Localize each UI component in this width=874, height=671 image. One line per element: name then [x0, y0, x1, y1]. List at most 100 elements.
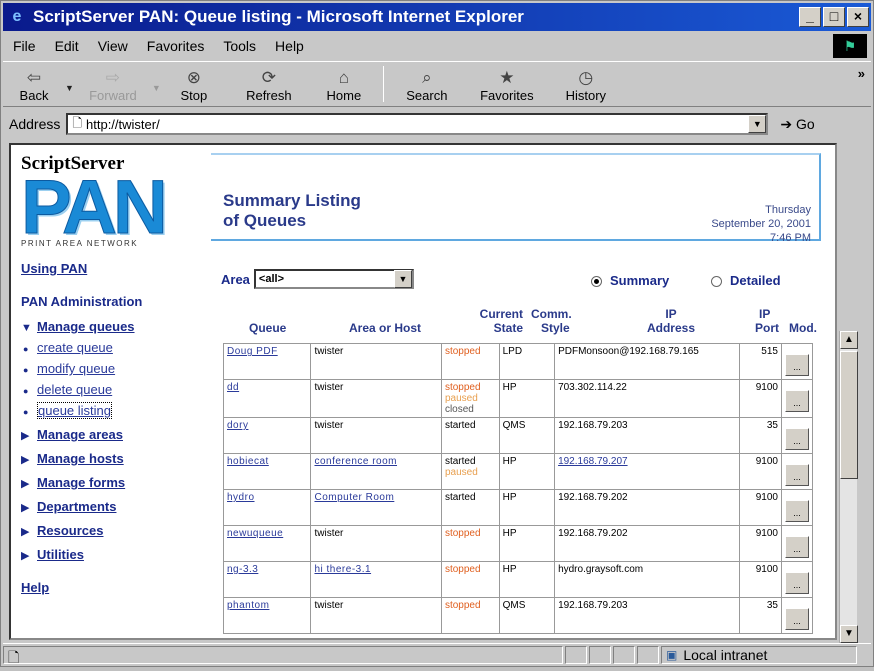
chevron-down-icon[interactable]: ▼ [393, 270, 412, 288]
forward-button[interactable]: ⇨ Forward [74, 62, 152, 106]
go-button[interactable]: ➔ Go [780, 116, 814, 133]
minimize-button[interactable]: _ [799, 7, 821, 27]
state-stopped: stopped [444, 564, 481, 575]
nav-resources[interactable]: Resources [37, 523, 103, 538]
queue-cell: phantom [222, 597, 312, 634]
back-dropdown-icon[interactable]: ▼ [65, 83, 74, 93]
state-started: started [444, 420, 476, 431]
modify-button[interactable]: ... [784, 500, 809, 522]
menu-help[interactable]: Help [275, 38, 304, 54]
menu-edit[interactable]: Edit [55, 38, 79, 54]
modify-button[interactable]: ... [784, 572, 809, 594]
modify-button[interactable]: ... [784, 608, 809, 630]
comm-style-cell: HP [498, 379, 556, 418]
menu-file[interactable]: File [13, 38, 36, 54]
menu-favorites[interactable]: Favorites [147, 38, 205, 54]
queue-link[interactable]: Doug PDF [227, 346, 278, 357]
forward-dropdown-icon[interactable]: ▼ [152, 83, 161, 93]
triangle-right-icon: ▶ [21, 526, 30, 538]
area-cell: twister [310, 597, 442, 634]
nav-modify-queue[interactable]: modify queue [37, 361, 115, 376]
area-link[interactable]: hi there-3.1 [314, 564, 371, 575]
summary-label: Summary [610, 273, 670, 288]
state-cell: started [440, 417, 500, 454]
nav-utilities[interactable]: Utilities [37, 547, 84, 562]
table-row: phantom twister stopped QMS 192.168.79.203 35… [222, 597, 814, 634]
ip-text: 703.302.114.22 [558, 382, 627, 393]
summary-radio[interactable]: Summary [591, 273, 669, 288]
modify-button[interactable]: ... [784, 428, 809, 450]
col-ip: IP Address [611, 307, 731, 335]
scroll-up-icon[interactable]: ▲ [840, 331, 858, 349]
back-button[interactable]: ⇦ Back [3, 62, 65, 106]
nav-departments[interactable]: Departments [37, 499, 116, 514]
nav-delete-queue[interactable]: delete queue [37, 382, 112, 397]
queue-link[interactable]: hobiecat [227, 456, 269, 467]
status-pane [637, 645, 659, 664]
table-row: hobiecat conference room started paused HP 19… [222, 453, 814, 490]
ip-link[interactable]: 192.168.79.207 [558, 456, 628, 467]
area-select[interactable]: <all> ▼ [253, 269, 414, 289]
queue-link[interactable]: dory [227, 420, 248, 431]
vertical-scrollbar[interactable]: ▲ ▼ [839, 331, 858, 643]
date-time: 7:46 PM [770, 232, 811, 244]
state-stopped: stopped [444, 346, 481, 357]
nav-queue-listing[interactable]: queue listing [37, 402, 112, 419]
col-comm: Comm. Style [531, 307, 572, 335]
menu-view[interactable]: View [98, 38, 128, 54]
modify-button[interactable]: ... [784, 464, 809, 486]
queue-link[interactable]: hydro [227, 492, 255, 503]
bullet-icon: ● [23, 386, 29, 396]
queue-link[interactable]: ng-3.3 [227, 564, 258, 575]
area-link[interactable]: Computer Room [314, 492, 394, 503]
detailed-radio[interactable]: Detailed [711, 273, 781, 288]
table-row: hydro Computer Room started HP 192.168.79.20… [222, 489, 814, 526]
toolbar-overflow-icon[interactable]: » [858, 66, 865, 81]
queue-link[interactable]: phantom [227, 600, 269, 611]
table-row: dory twister started QMS 192.168.79.203 35... [222, 417, 814, 454]
page-icon: 🗋 [72, 115, 83, 130]
search-button[interactable]: ⌕ Search [390, 62, 464, 106]
menu-tools[interactable]: Tools [223, 38, 256, 54]
favorites-button[interactable]: ★ Favorites [464, 62, 550, 106]
modify-button[interactable]: ... [784, 354, 809, 376]
maximize-button[interactable]: □ [823, 7, 845, 27]
status-pane [613, 645, 635, 664]
nav-create-queue[interactable]: create queue [37, 340, 113, 355]
queue-link[interactable]: newuqueue [227, 528, 283, 539]
table-row: ng-3.3 hi there-3.1 stopped HP hydro.graysof… [222, 561, 814, 598]
nav-manage-queues[interactable]: Manage queues [37, 319, 135, 334]
ip-cell: hydro.graysoft.com [554, 561, 741, 598]
nav-help[interactable]: Help [21, 580, 49, 595]
scroll-thumb[interactable] [840, 351, 858, 479]
home-icon: ⌂ [338, 68, 349, 87]
state-closed: closed [444, 404, 474, 415]
close-button[interactable]: × [847, 7, 869, 27]
back-arrow-icon: ⇦ [26, 68, 42, 87]
nav-manage-forms[interactable]: Manage forms [37, 475, 125, 490]
radio-selected-icon [591, 276, 602, 288]
mod-cell: ... [780, 489, 814, 526]
mod-cell: ... [780, 379, 814, 418]
history-button[interactable]: ◷ History [550, 62, 622, 106]
search-label: Search [406, 88, 448, 103]
state-started: started [444, 456, 476, 467]
area-link[interactable]: conference room [314, 456, 397, 467]
home-button[interactable]: ⌂ Home [311, 62, 377, 106]
state-stopped: stopped [444, 600, 481, 611]
area-text: twister [314, 420, 344, 431]
address-field[interactable]: 🗋 http://twister/ ▼ [66, 113, 769, 135]
stop-label: Stop [180, 88, 208, 103]
scroll-down-icon[interactable]: ▼ [840, 625, 858, 643]
modify-button[interactable]: ... [784, 390, 809, 412]
nav-using-pan[interactable]: Using PAN [21, 261, 87, 276]
refresh-button[interactable]: ⟳ Refresh [227, 62, 311, 106]
modify-button[interactable]: ... [784, 536, 809, 558]
triangle-right-icon: ▶ [21, 550, 30, 562]
zone-pane: ▣ Local intranet [661, 645, 857, 664]
nav-manage-hosts[interactable]: Manage hosts [37, 451, 124, 466]
address-dropdown-icon[interactable]: ▼ [748, 115, 767, 133]
nav-manage-areas[interactable]: Manage areas [37, 427, 123, 442]
stop-button[interactable]: ⊗ Stop [161, 62, 227, 106]
queue-link[interactable]: dd [227, 382, 239, 393]
